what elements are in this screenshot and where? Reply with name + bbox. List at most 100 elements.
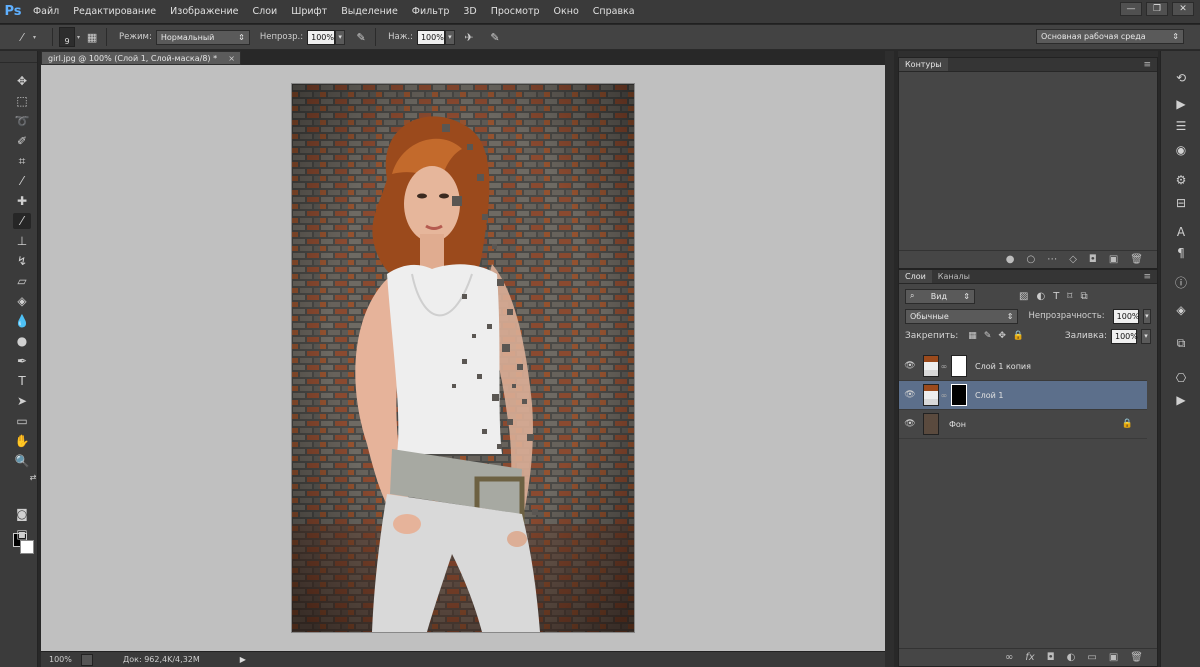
opacity-slider-toggle[interactable]: ▾ (335, 29, 346, 45)
hand-tool-icon[interactable]: ✋ (13, 433, 31, 449)
layer-name[interactable]: Слой 1 (975, 391, 1003, 400)
fill-slider-toggle[interactable]: ▾ (1141, 328, 1151, 344)
add-mask-icon[interactable]: ◘ (1089, 254, 1097, 265)
menu-select[interactable]: Выделение (334, 0, 405, 24)
link-icon[interactable]: ∞ (939, 391, 949, 400)
healing-brush-tool-icon[interactable]: ✚ (13, 193, 31, 209)
clone-stamp-tool-icon[interactable]: ⊥ (13, 233, 31, 249)
lock-image-icon[interactable]: ✎ (984, 331, 992, 341)
mode-select[interactable]: Нормальный ⇕ (155, 29, 250, 45)
lock-all-icon[interactable]: 🔒 (1013, 331, 1024, 341)
brush-panel-toggle-icon[interactable]: ▦ (84, 29, 100, 45)
background-color-swatch[interactable] (20, 540, 34, 554)
lasso-tool-icon[interactable]: ➰ (13, 113, 31, 129)
chevron-down-icon[interactable]: ▾ (77, 34, 80, 41)
airbrush-icon[interactable]: ✈ (461, 29, 477, 45)
clone-source-icon[interactable]: ⎔ (1171, 369, 1191, 387)
menu-window[interactable]: Окно (547, 0, 586, 24)
blend-mode-select[interactable]: Обычные ⇕ (905, 308, 1019, 324)
eraser-tool-icon[interactable]: ▱ (13, 273, 31, 289)
brush-size-picker[interactable]: 9 (59, 27, 75, 47)
menu-help[interactable]: Справка (586, 0, 642, 24)
status-toggle-icon[interactable] (81, 653, 93, 666)
quick-select-tool-icon[interactable]: ✐ (13, 133, 31, 149)
menu-filter[interactable]: Фильтр (405, 0, 457, 24)
menu-edit[interactable]: Редактирование (66, 0, 163, 24)
close-tab-icon[interactable]: × (228, 54, 235, 63)
layer-mask-thumbnail[interactable] (951, 355, 967, 377)
make-path-icon[interactable]: ◇ (1069, 254, 1077, 265)
layer-mask-thumbnail[interactable] (951, 384, 967, 406)
layer-opacity-slider-toggle[interactable]: ▾ (1142, 308, 1151, 324)
history-brush-tool-icon[interactable]: ↯ (13, 253, 31, 269)
menu-image[interactable]: Изображение (163, 0, 245, 24)
stroke-path-icon[interactable]: ○ (1026, 254, 1035, 265)
menu-file[interactable]: Файл (26, 0, 66, 24)
menu-layer[interactable]: Слои (245, 0, 284, 24)
pixel-filter-icon[interactable]: ▨ (1019, 291, 1028, 302)
status-menu-arrow-icon[interactable]: ▶ (240, 655, 246, 664)
document-image[interactable] (292, 84, 634, 632)
layer-name[interactable]: Фон (949, 420, 966, 429)
pen-tool-icon[interactable]: ✒ (13, 353, 31, 369)
menu-view[interactable]: Просмотр (484, 0, 547, 24)
paragraph-icon[interactable]: ¶ (1171, 244, 1191, 262)
flow-slider-toggle[interactable]: ▾ (444, 29, 455, 45)
opacity-input[interactable]: 100% (307, 29, 336, 45)
blur-tool-icon[interactable]: 💧 (13, 313, 31, 329)
adjustment-filter-icon[interactable]: ◐ (1036, 291, 1045, 302)
visibility-eye-icon[interactable]: 👁 (899, 419, 921, 429)
close-button[interactable]: ✕ (1172, 2, 1194, 16)
panel-menu-icon[interactable]: ≡ (1143, 270, 1157, 283)
adjustment-layer-icon[interactable]: ◐ (1067, 652, 1076, 663)
path-selection-tool-icon[interactable]: ➤ (13, 393, 31, 409)
workspace-select[interactable]: Основная рабочая среда ⇕ (1036, 29, 1184, 44)
color-icon[interactable]: ◉ (1171, 141, 1191, 159)
layer-style-icon[interactable]: fx (1025, 652, 1034, 663)
layer-row-selected[interactable]: 👁 ∞ Слой 1 (899, 381, 1147, 410)
layer-row[interactable]: 👁 ∞ Слой 1 копия (899, 352, 1147, 381)
layer-row[interactable]: 👁 Фон 🔒 (899, 410, 1147, 439)
smart-object-filter-icon[interactable]: ⧉ (1080, 291, 1087, 302)
minimize-button[interactable]: — (1120, 2, 1142, 16)
new-layer-icon[interactable]: ▣ (1109, 652, 1118, 663)
fill-input[interactable]: 100% (1111, 328, 1138, 344)
link-icon[interactable]: ∞ (939, 362, 949, 371)
new-path-icon[interactable]: ▣ (1109, 254, 1118, 265)
shape-filter-icon[interactable]: ⌑ (1067, 291, 1072, 302)
layer-name[interactable]: Слой 1 копия (975, 362, 1031, 371)
layer-opacity-input[interactable]: 100% (1112, 308, 1140, 324)
zoom-tool-icon[interactable]: 🔍 (13, 453, 31, 469)
swap-colors-icon[interactable]: ⇄ (24, 469, 42, 485)
visibility-eye-icon[interactable]: 👁 (899, 361, 921, 371)
timeline-icon[interactable]: ▶ (1171, 391, 1191, 409)
add-mask-icon[interactable]: ◘ (1047, 652, 1055, 663)
shape-tool-icon[interactable]: ▭ (13, 413, 31, 429)
type-tool-icon[interactable]: T (13, 373, 31, 389)
dodge-tool-icon[interactable]: ● (13, 333, 31, 349)
restore-button[interactable]: ❐ (1146, 2, 1168, 16)
canvas-vertical-scrollbar[interactable] (885, 51, 894, 667)
lock-position-icon[interactable]: ✥ (998, 331, 1006, 341)
lock-transparent-icon[interactable]: ▦ (968, 331, 977, 341)
crop-tool-icon[interactable]: ⌗ (13, 153, 31, 169)
layer-kind-filter[interactable]: ⌕ Вид ⇕ (905, 288, 975, 304)
properties-icon[interactable]: ☰ (1171, 117, 1191, 135)
menu-type[interactable]: Шрифт (284, 0, 334, 24)
history-icon[interactable]: ⟲ (1171, 69, 1191, 87)
paint-bucket-tool-icon[interactable]: ◈ (13, 293, 31, 309)
canvas-area[interactable] (41, 65, 885, 651)
tab-channels[interactable]: Каналы (932, 270, 976, 283)
trash-icon[interactable]: 🗑 (1130, 254, 1143, 265)
actions-icon[interactable]: ▶ (1171, 95, 1191, 113)
zoom-level[interactable]: 100% (41, 655, 81, 664)
new-group-icon[interactable]: ▭ (1087, 652, 1096, 663)
type-filter-icon[interactable]: T (1053, 291, 1059, 302)
adjustments-icon[interactable]: ⚙ (1171, 171, 1191, 189)
visibility-eye-icon[interactable]: 👁 (899, 390, 921, 400)
character-icon[interactable]: A (1171, 223, 1191, 241)
pressure-opacity-icon[interactable]: ✎ (353, 29, 369, 45)
3d-icon[interactable]: ◈ (1171, 301, 1191, 319)
tab-layers[interactable]: Слои (899, 270, 932, 283)
marquee-tool-icon[interactable]: ⬚ (13, 93, 31, 109)
